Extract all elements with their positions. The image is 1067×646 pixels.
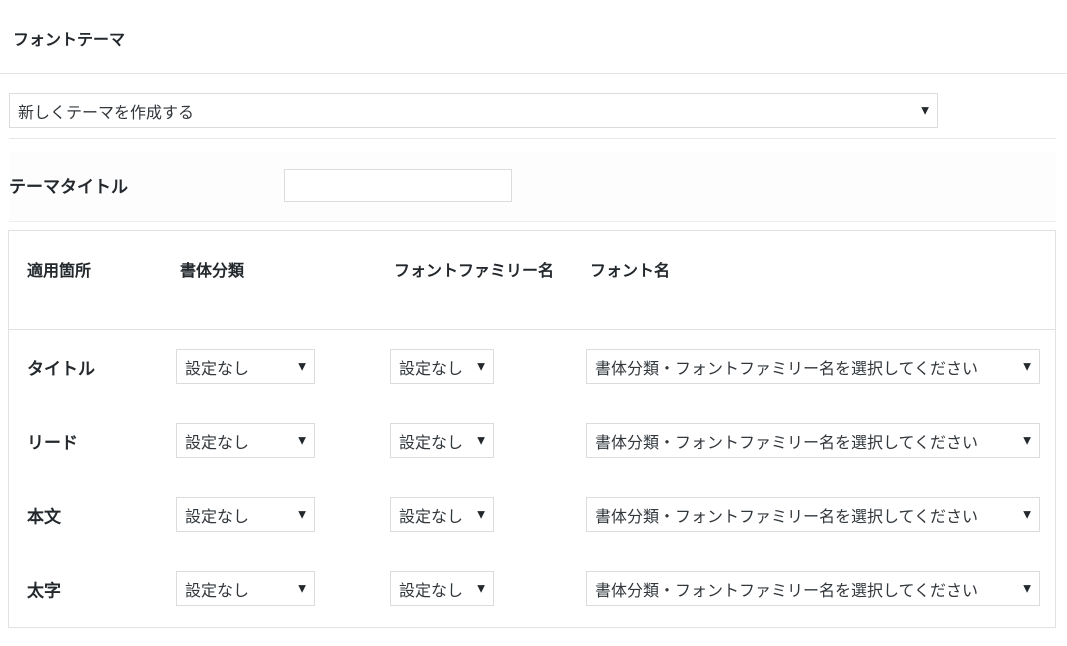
caret-down-icon: ▼ bbox=[1023, 435, 1031, 446]
family-select-value: 設定なし bbox=[399, 432, 464, 452]
font-name-select-title[interactable]: 書体分類・フォントファミリー名を選択してください ▼ bbox=[586, 349, 1040, 384]
family-select-value: 設定なし bbox=[399, 580, 464, 600]
page-header: フォントテーマ bbox=[0, 0, 1067, 74]
header-font-name: フォント名 bbox=[590, 261, 671, 280]
header-family: フォントファミリー名 bbox=[394, 261, 555, 280]
family-select-value: 設定なし bbox=[399, 358, 464, 378]
font-name-select-value: 書体分類・フォントファミリー名を選択してください bbox=[595, 432, 979, 452]
family-select-title[interactable]: 設定なし ▼ bbox=[390, 349, 494, 384]
row-label-title: タイトル bbox=[27, 359, 95, 380]
category-select-value: 設定なし bbox=[185, 580, 250, 600]
caret-down-icon: ▼ bbox=[1023, 509, 1031, 520]
divider bbox=[9, 138, 1056, 139]
font-name-select-value: 書体分類・フォントファミリー名を選択してください bbox=[595, 358, 979, 378]
caret-down-icon: ▼ bbox=[298, 509, 306, 520]
row-label-lead: リード bbox=[27, 433, 78, 454]
caret-down-icon: ▼ bbox=[477, 509, 485, 520]
header-divider bbox=[9, 329, 1055, 330]
header-location: 適用箇所 bbox=[27, 261, 92, 280]
category-select-value: 設定なし bbox=[185, 432, 250, 452]
row-label-bold: 太字 bbox=[27, 581, 61, 602]
category-select-body[interactable]: 設定なし ▼ bbox=[176, 497, 315, 532]
caret-down-icon: ▼ bbox=[298, 583, 306, 594]
caret-down-icon: ▼ bbox=[477, 583, 485, 594]
font-name-select-bold[interactable]: 書体分類・フォントファミリー名を選択してください ▼ bbox=[586, 571, 1040, 606]
font-settings-table: 適用箇所 書体分類 フォントファミリー名 フォント名 タイトル 設定なし ▼ 設… bbox=[8, 230, 1056, 628]
family-select-value: 設定なし bbox=[399, 506, 464, 526]
category-select-bold[interactable]: 設定なし ▼ bbox=[176, 571, 315, 606]
caret-down-icon: ▼ bbox=[298, 435, 306, 446]
row-label-body: 本文 bbox=[27, 507, 61, 528]
caret-down-icon: ▼ bbox=[1023, 583, 1031, 594]
font-name-select-lead[interactable]: 書体分類・フォントファミリー名を選択してください ▼ bbox=[586, 423, 1040, 458]
theme-title-row: テーマタイトル bbox=[9, 152, 1056, 222]
family-select-bold[interactable]: 設定なし ▼ bbox=[390, 571, 494, 606]
theme-select[interactable]: 新しくテーマを作成する ▼ bbox=[9, 93, 938, 128]
family-select-body[interactable]: 設定なし ▼ bbox=[390, 497, 494, 532]
theme-select-value: 新しくテーマを作成する bbox=[18, 102, 195, 122]
caret-down-icon: ▼ bbox=[921, 105, 929, 116]
category-select-title[interactable]: 設定なし ▼ bbox=[176, 349, 315, 384]
family-select-lead[interactable]: 設定なし ▼ bbox=[390, 423, 494, 458]
font-name-select-value: 書体分類・フォントファミリー名を選択してください bbox=[595, 580, 979, 600]
theme-title-label: テーマタイトル bbox=[9, 177, 128, 198]
caret-down-icon: ▼ bbox=[477, 435, 485, 446]
category-select-value: 設定なし bbox=[185, 358, 250, 378]
category-select-value: 設定なし bbox=[185, 506, 250, 526]
caret-down-icon: ▼ bbox=[298, 361, 306, 372]
font-name-select-value: 書体分類・フォントファミリー名を選択してください bbox=[595, 506, 979, 526]
category-select-lead[interactable]: 設定なし ▼ bbox=[176, 423, 315, 458]
page-title: フォントテーマ bbox=[13, 30, 126, 49]
theme-title-input[interactable] bbox=[284, 169, 512, 202]
caret-down-icon: ▼ bbox=[477, 361, 485, 372]
header-category: 書体分類 bbox=[180, 261, 245, 280]
caret-down-icon: ▼ bbox=[1023, 361, 1031, 372]
font-name-select-body[interactable]: 書体分類・フォントファミリー名を選択してください ▼ bbox=[586, 497, 1040, 532]
